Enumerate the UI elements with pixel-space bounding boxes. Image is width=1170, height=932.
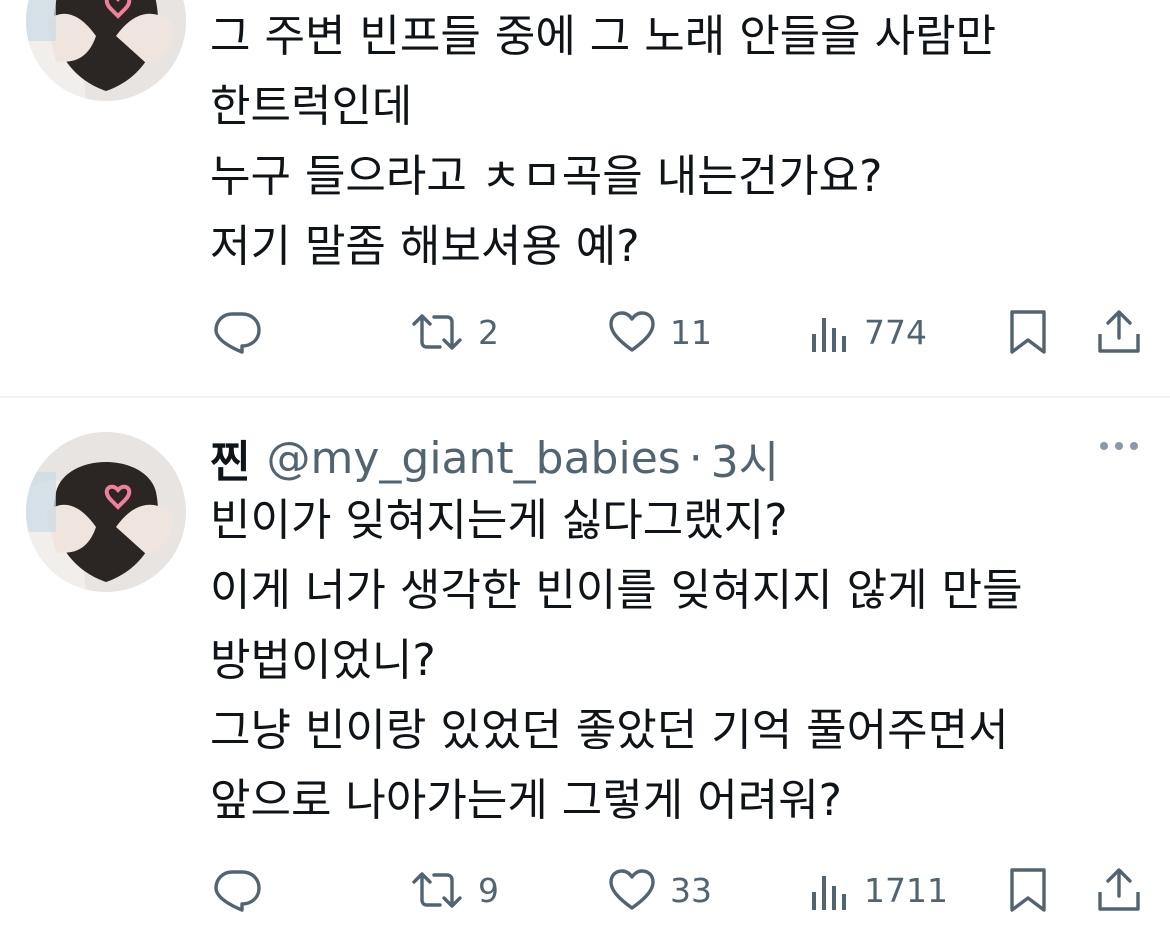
bookmark-button[interactable] [1008,860,1048,920]
retweet-count: 2 [478,312,499,352]
tweet-text-line: 그냥 빈이랑 있었던 좋았던 기억 풀어주면서 [210,705,1009,756]
share-icon [1098,310,1140,353]
tweet[interactable]: 찐 @my_giant_babies · 3시 빈이가 잊혀지는게 싫다그랬지?… [0,398,1170,932]
tweet-text-line: 한트럭인데 [210,81,413,132]
display-name[interactable]: 찐 [210,426,250,490]
views-icon [812,876,846,910]
reply-icon [214,312,261,354]
avatar[interactable] [26,0,186,101]
heart-icon [609,869,655,910]
views-button[interactable]: 1711 [810,860,948,920]
share-icon [1098,868,1140,911]
tweet-actions: 9 33 1711 [0,860,1170,920]
views-count: 774 [864,312,927,352]
heart-icon [609,311,655,352]
retweet-count: 9 [478,870,499,910]
avatar[interactable] [26,432,186,592]
share-button[interactable] [1096,860,1142,920]
views-count: 1711 [864,870,948,910]
tweet-text-line: 그 주변 빈프들 중에 그 노래 안들을 사람만 [210,11,997,62]
like-count: 33 [670,870,712,910]
tweet-text-line: 빈이가 잊혀지는게 싫다그랬지? [210,495,788,546]
tweet-text-line: 방법이었니? [210,635,436,686]
timestamp[interactable]: 3시 [711,426,779,490]
more-icon[interactable] [1100,442,1138,450]
share-button[interactable] [1096,302,1142,362]
reply-button[interactable] [212,302,262,362]
views-button[interactable]: 774 [810,302,927,362]
tweet-text-line: 이게 너가 생각한 빈이를 잊혀지지 않게 만들 [210,565,1023,616]
tweet-header: 찐 @my_giant_babies · 3시 [210,426,779,490]
like-button[interactable]: 11 [608,302,712,362]
tweet-text-line: 저기 말좀 해보셔용 예? [210,221,640,272]
tweet-text-line: 앞으로 나아가는게 그렇게 어려워? [210,775,843,826]
like-count: 11 [670,312,712,352]
bookmark-button[interactable] [1008,302,1048,362]
views-icon [812,318,846,352]
separator: · [688,432,703,484]
tweet[interactable]: 그 주변 빈프들 중에 그 노래 안들을 사람만 한트럭인데 누구 들으라고 ㅊ… [0,0,1170,397]
retweet-icon [412,872,462,908]
bookmark-icon [1010,310,1046,354]
bookmark-icon [1010,868,1046,912]
retweet-icon [412,314,462,350]
tweet-text: 그 주변 빈프들 중에 그 노래 안들을 사람만 한트럭인데 누구 들으라고 ㅊ… [210,2,996,282]
tweet-text-line: 누구 들으라고 ㅊㅁ곡을 내는건가요? [210,151,883,202]
like-button[interactable]: 33 [608,860,712,920]
tweet-text: 빈이가 잊혀지는게 싫다그랬지? 이게 너가 생각한 빈이를 잊혀지지 않게 만… [210,486,1023,836]
user-handle[interactable]: @my_giant_babies [266,433,680,484]
retweet-button[interactable]: 2 [410,302,499,362]
retweet-button[interactable]: 9 [410,860,499,920]
reply-icon [214,870,261,912]
reply-button[interactable] [212,860,262,920]
tweet-actions: 2 11 774 [0,302,1170,362]
